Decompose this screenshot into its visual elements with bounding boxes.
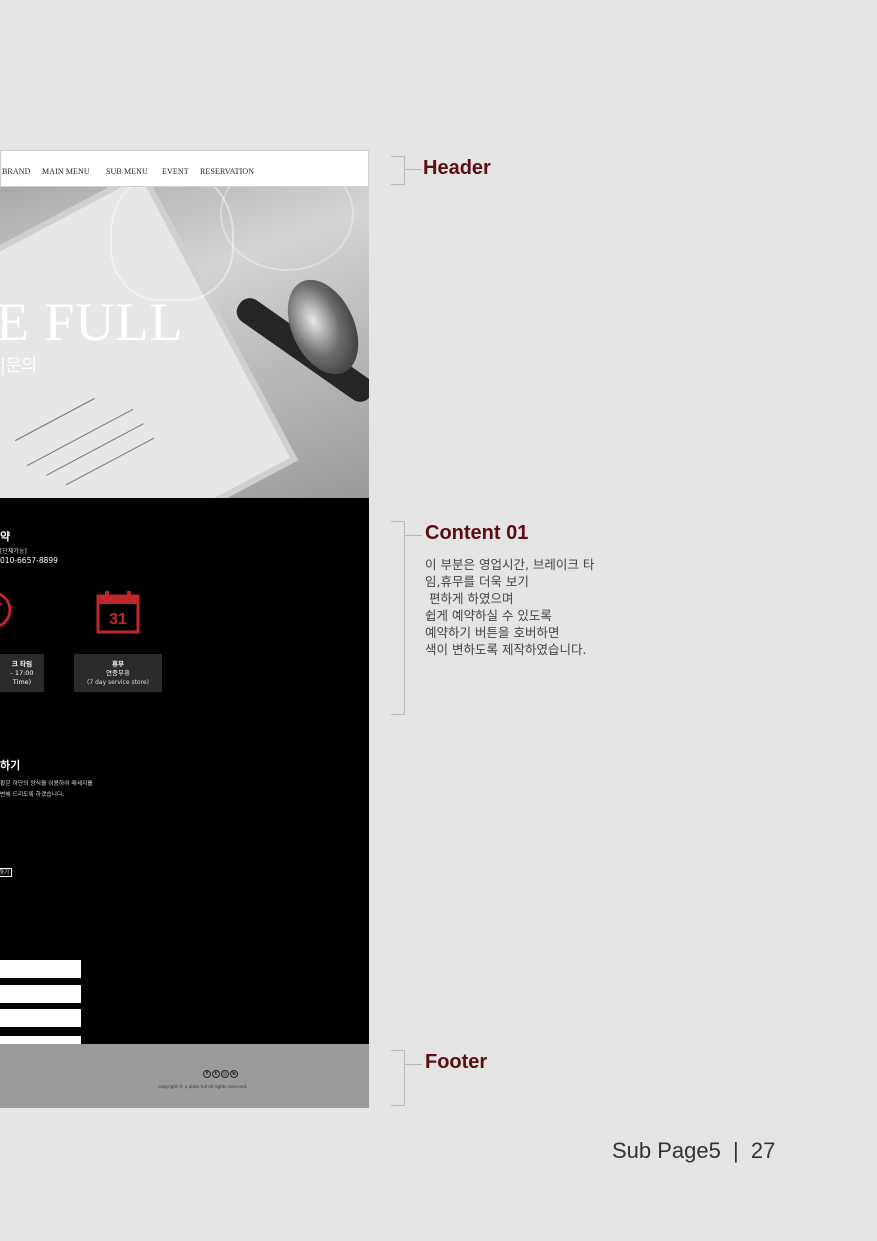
reservation-title: 약 — [0, 530, 11, 543]
nav-item-event[interactable]: EVENT — [162, 167, 189, 176]
reservation-phone: 010-6657-8899 — [0, 556, 58, 565]
contact-description: 황은 하단의 양식을 이용하여 메세지를 변해 드리도록 하겠습니다. — [0, 779, 93, 801]
calendar-icon: 31 — [96, 591, 140, 634]
blog-icon[interactable]: b — [230, 1070, 238, 1078]
footer-annotation-label: Footer — [425, 1051, 488, 1073]
nav-item-main-menu[interactable]: MAIN MENU — [42, 167, 90, 176]
page-number-value: 27 — [750, 1138, 776, 1163]
break-time-title: 크 타임 — [11, 660, 33, 668]
content-bracket — [391, 521, 405, 715]
email-field[interactable] — [0, 1009, 81, 1027]
break-time-hours: - 17:00 — [10, 669, 34, 677]
contact-desc-line: 황은 하단의 양식을 이용하여 메세지를 — [0, 781, 93, 787]
header-nav: BRAND MAIN MENU SUB MENU EVENT RESERVATI… — [0, 150, 369, 187]
break-time-en: Time) — [12, 678, 32, 686]
holiday-en: (7 day service store) — [87, 679, 149, 686]
sns-links: f t ◎ b — [203, 1070, 238, 1078]
name-field[interactable] — [0, 960, 81, 978]
hero-banner: E FULL |문의 — [0, 187, 369, 498]
footer-bracket-tick — [404, 1064, 422, 1065]
twitter-icon[interactable]: t — [212, 1070, 220, 1078]
holiday-title: 휴무 — [112, 660, 124, 668]
calendar-day: 31 — [109, 611, 127, 628]
hero-subtitle: |문의 — [0, 356, 38, 376]
page-label: Sub Page5 — [612, 1138, 721, 1163]
break-time-box: 크 타임 - 17:00 Time) — [0, 654, 44, 692]
contact-desc-line: 변해 드리도록 하겠습니다. — [0, 792, 65, 798]
content-annotation-description: 이 부분은 영업시간, 브레이크 타 임,휴무를 더욱 보기 편하게 하였으며 … — [425, 557, 595, 657]
footer: f t ◎ b copyright © a plate full all rig… — [0, 1044, 369, 1108]
nav-item-brand[interactable]: BRAND — [2, 167, 31, 176]
header-bracket-tick — [404, 169, 422, 170]
instagram-icon[interactable]: ◎ — [221, 1070, 229, 1078]
site-mockup: BRAND MAIN MENU SUB MENU EVENT RESERVATI… — [0, 150, 369, 1108]
holiday-desc: 연중무휴 — [106, 669, 130, 677]
nav-item-reservation[interactable]: RESERVATION — [200, 167, 254, 176]
phone-field[interactable] — [0, 985, 81, 1003]
hero-title: E FULL — [0, 292, 184, 352]
content-bracket-tick — [404, 535, 422, 536]
content-section: 약 [단체가능] 010-6657-8899 31 크 타임 - 17:00 T… — [0, 498, 369, 1108]
page-separator: | — [733, 1138, 739, 1163]
wine-glass-image — [220, 187, 354, 271]
copyright-text: copyright © a plate full all rights rese… — [158, 1084, 248, 1089]
content-annotation-label: Content 01 — [425, 522, 529, 544]
wine-glass-image — [110, 187, 234, 301]
reservation-note: [단체가능] — [0, 548, 27, 555]
nav-item-sub-menu[interactable]: SUB MENU — [106, 167, 148, 176]
footer-bracket — [391, 1050, 405, 1106]
clock-icon — [0, 592, 12, 628]
holiday-box: 휴무 연중무휴 (7 day service store) — [74, 654, 162, 692]
reserve-button[interactable]: 하기 — [0, 868, 13, 877]
contact-title: 하기 — [0, 759, 21, 772]
header-bracket — [391, 156, 405, 185]
header-annotation-label: Header — [423, 157, 491, 179]
facebook-icon[interactable]: f — [203, 1070, 211, 1078]
page-number: Sub Page5 | 27 — [612, 1138, 775, 1164]
